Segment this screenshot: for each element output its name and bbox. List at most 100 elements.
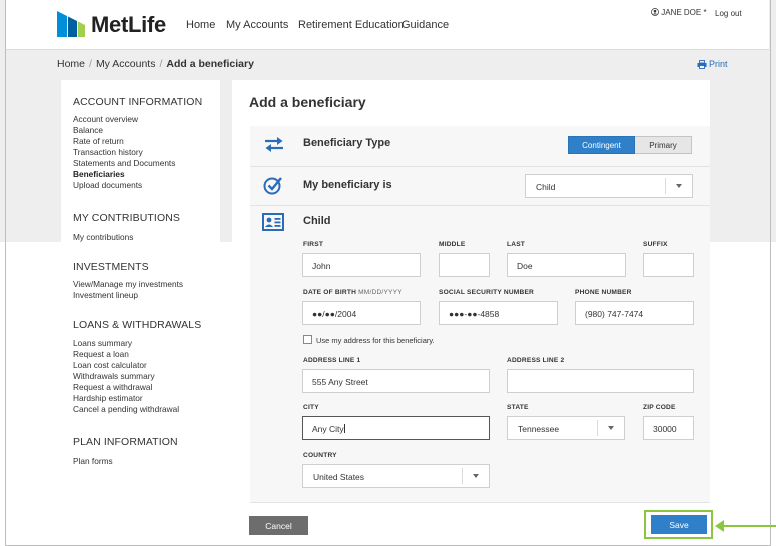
swap-arrows-icon xyxy=(265,137,283,152)
last-name-label: LAST xyxy=(507,241,526,248)
use-my-address-label: Use my address for this beneficiary. xyxy=(316,336,435,345)
sidebar-item-loans-summary[interactable]: Loans summary xyxy=(73,338,179,349)
beneficiary-form: Add a beneficiary Beneficiary Type Conti… xyxy=(232,80,713,544)
print-link[interactable]: Print xyxy=(697,59,728,69)
zip-code-input[interactable]: 30000 xyxy=(643,416,694,440)
top-navigation-bar: MetLife Home My Accounts Retirement Educ… xyxy=(6,0,769,50)
checkbox[interactable] xyxy=(303,335,312,344)
state-value: Tennessee xyxy=(518,424,560,434)
sidebar-list-account-information: Account overview Balance Rate of return … xyxy=(73,114,175,191)
relationship-select[interactable]: Child xyxy=(525,174,693,198)
dob-label: DATE OF BIRTH MM/DD/YYYY xyxy=(303,289,402,296)
logout-link[interactable]: Log out xyxy=(715,9,742,18)
ssn-label: SOCIAL SECURITY NUMBER xyxy=(439,289,535,296)
nav-home[interactable]: Home xyxy=(186,19,215,31)
sidebar-list-my-contributions: My contributions xyxy=(73,232,133,243)
sidebar-item-hardship-estimator[interactable]: Hardship estimator xyxy=(73,393,179,404)
breadcrumb-separator: / xyxy=(159,58,163,70)
address-line-2-input[interactable] xyxy=(507,369,694,393)
sidebar-item-view-manage-investments[interactable]: View/Manage my investments xyxy=(73,279,183,290)
beneficiary-type-label: Beneficiary Type xyxy=(303,137,391,149)
dob-label-text: DATE OF BIRTH xyxy=(303,289,357,296)
sidebar-item-statements-and-documents[interactable]: Statements and Documents xyxy=(73,158,175,169)
sidebar-item-plan-forms[interactable]: Plan forms xyxy=(73,456,113,467)
checkmark-circle-icon xyxy=(263,177,282,195)
sidebar-item-upload-documents[interactable]: Upload documents xyxy=(73,180,175,191)
phone-label: PHONE NUMBER xyxy=(575,289,632,296)
sidebar-heading-investments: INVESTMENTS xyxy=(73,261,149,273)
sidebar-item-beneficiaries[interactable]: Beneficiaries xyxy=(73,169,175,180)
first-name-input[interactable]: John xyxy=(302,253,421,277)
sidebar-item-investment-lineup[interactable]: Investment lineup xyxy=(73,290,183,301)
sidebar-item-balance[interactable]: Balance xyxy=(73,125,175,136)
primary-option[interactable]: Primary xyxy=(635,136,692,154)
use-my-address-checkbox[interactable]: Use my address for this beneficiary. xyxy=(303,335,435,345)
middle-name-label: MIDDLE xyxy=(439,241,466,248)
sidebar-list-investments: View/Manage my investments Investment li… xyxy=(73,279,183,301)
sidebar-heading-loans-withdrawals: LOANS & WITHDRAWALS xyxy=(73,319,202,331)
print-label: Print xyxy=(709,59,728,69)
relationship-value: Child xyxy=(536,182,556,192)
chevron-down-icon xyxy=(473,474,479,478)
sidebar: ACCOUNT INFORMATION Account overview Bal… xyxy=(61,80,220,544)
arrow-left-icon xyxy=(715,520,776,532)
breadcrumb-current: Add a beneficiary xyxy=(166,58,254,70)
city-label: CITY xyxy=(303,404,319,411)
country-select[interactable]: United States xyxy=(302,464,490,488)
zip-code-label: ZIP CODE xyxy=(643,404,676,411)
city-input[interactable]: Any City xyxy=(302,416,490,440)
first-name-label: FIRST xyxy=(303,241,324,248)
sidebar-heading-plan-information: PLAN INFORMATION xyxy=(73,436,178,448)
nav-guidance[interactable]: Guidance xyxy=(402,19,449,31)
nav-my-accounts[interactable]: My Accounts xyxy=(226,19,288,31)
breadcrumb-separator: / xyxy=(89,58,92,70)
cancel-button[interactable]: Cancel xyxy=(249,516,308,535)
sidebar-item-rate-of-return[interactable]: Rate of return xyxy=(73,136,175,147)
address-line-1-input[interactable]: 555 Any Street xyxy=(302,369,490,393)
sidebar-list-plan-information: Plan forms xyxy=(73,456,113,467)
country-label: COUNTRY xyxy=(303,452,337,459)
sidebar-item-cancel-pending-withdrawal[interactable]: Cancel a pending withdrawal xyxy=(73,404,179,415)
nav-retirement-education[interactable]: Retirement Education xyxy=(298,19,404,31)
breadcrumb-my-accounts[interactable]: My Accounts xyxy=(96,58,156,70)
beneficiary-type-toggle: Contingent Primary xyxy=(568,136,692,154)
user-menu[interactable]: JANE DOE * xyxy=(651,8,707,17)
sidebar-item-account-overview[interactable]: Account overview xyxy=(73,114,175,125)
form-footer-divider xyxy=(250,502,710,503)
user-icon xyxy=(651,8,659,16)
country-value: United States xyxy=(313,472,365,482)
details-heading: Child xyxy=(303,215,331,227)
address-line-2-label: ADDRESS LINE 2 xyxy=(507,357,565,364)
sidebar-item-transaction-history[interactable]: Transaction history xyxy=(73,147,175,158)
chevron-down-icon xyxy=(608,426,614,430)
breadcrumb-home[interactable]: Home xyxy=(57,58,85,70)
city-value: Any City xyxy=(312,424,344,434)
sidebar-item-my-contributions[interactable]: My contributions xyxy=(73,232,133,243)
sidebar-item-loan-cost-calculator[interactable]: Loan cost calculator xyxy=(73,360,179,371)
state-select[interactable]: Tennessee xyxy=(507,416,625,440)
metlife-logo-icon xyxy=(57,11,85,37)
chevron-down-icon xyxy=(676,184,682,188)
breadcrumb: Home / My Accounts / Add a beneficiary xyxy=(57,58,254,70)
text-cursor xyxy=(343,424,345,433)
sidebar-item-request-a-withdrawal[interactable]: Request a withdrawal xyxy=(73,382,179,393)
suffix-label: SUFFIX xyxy=(643,241,668,248)
last-name-input[interactable]: Doe xyxy=(507,253,626,277)
printer-icon xyxy=(697,60,707,69)
user-name-label: JANE DOE * xyxy=(661,8,707,17)
relationship-label: My beneficiary is xyxy=(303,179,392,191)
address-line-1-label: ADDRESS LINE 1 xyxy=(303,357,361,364)
sidebar-item-withdrawals-summary[interactable]: Withdrawals summary xyxy=(73,371,179,382)
ssn-input[interactable]: ●●●-●●-4858 xyxy=(439,301,558,325)
contingent-option[interactable]: Contingent xyxy=(568,136,635,154)
sidebar-heading-account-information: ACCOUNT INFORMATION xyxy=(73,96,203,108)
sidebar-item-request-a-loan[interactable]: Request a loan xyxy=(73,349,179,360)
phone-input[interactable]: (980) 747-7474 xyxy=(575,301,694,325)
save-button[interactable]: Save xyxy=(651,515,707,534)
sidebar-heading-my-contributions: MY CONTRIBUTIONS xyxy=(73,212,180,224)
sidebar-list-loans-withdrawals: Loans summary Request a loan Loan cost c… xyxy=(73,338,179,415)
suffix-input[interactable] xyxy=(643,253,694,277)
middle-name-input[interactable] xyxy=(439,253,490,277)
dob-format-hint: MM/DD/YYYY xyxy=(358,289,402,296)
dob-input[interactable]: ●●/●●/2004 xyxy=(302,301,421,325)
